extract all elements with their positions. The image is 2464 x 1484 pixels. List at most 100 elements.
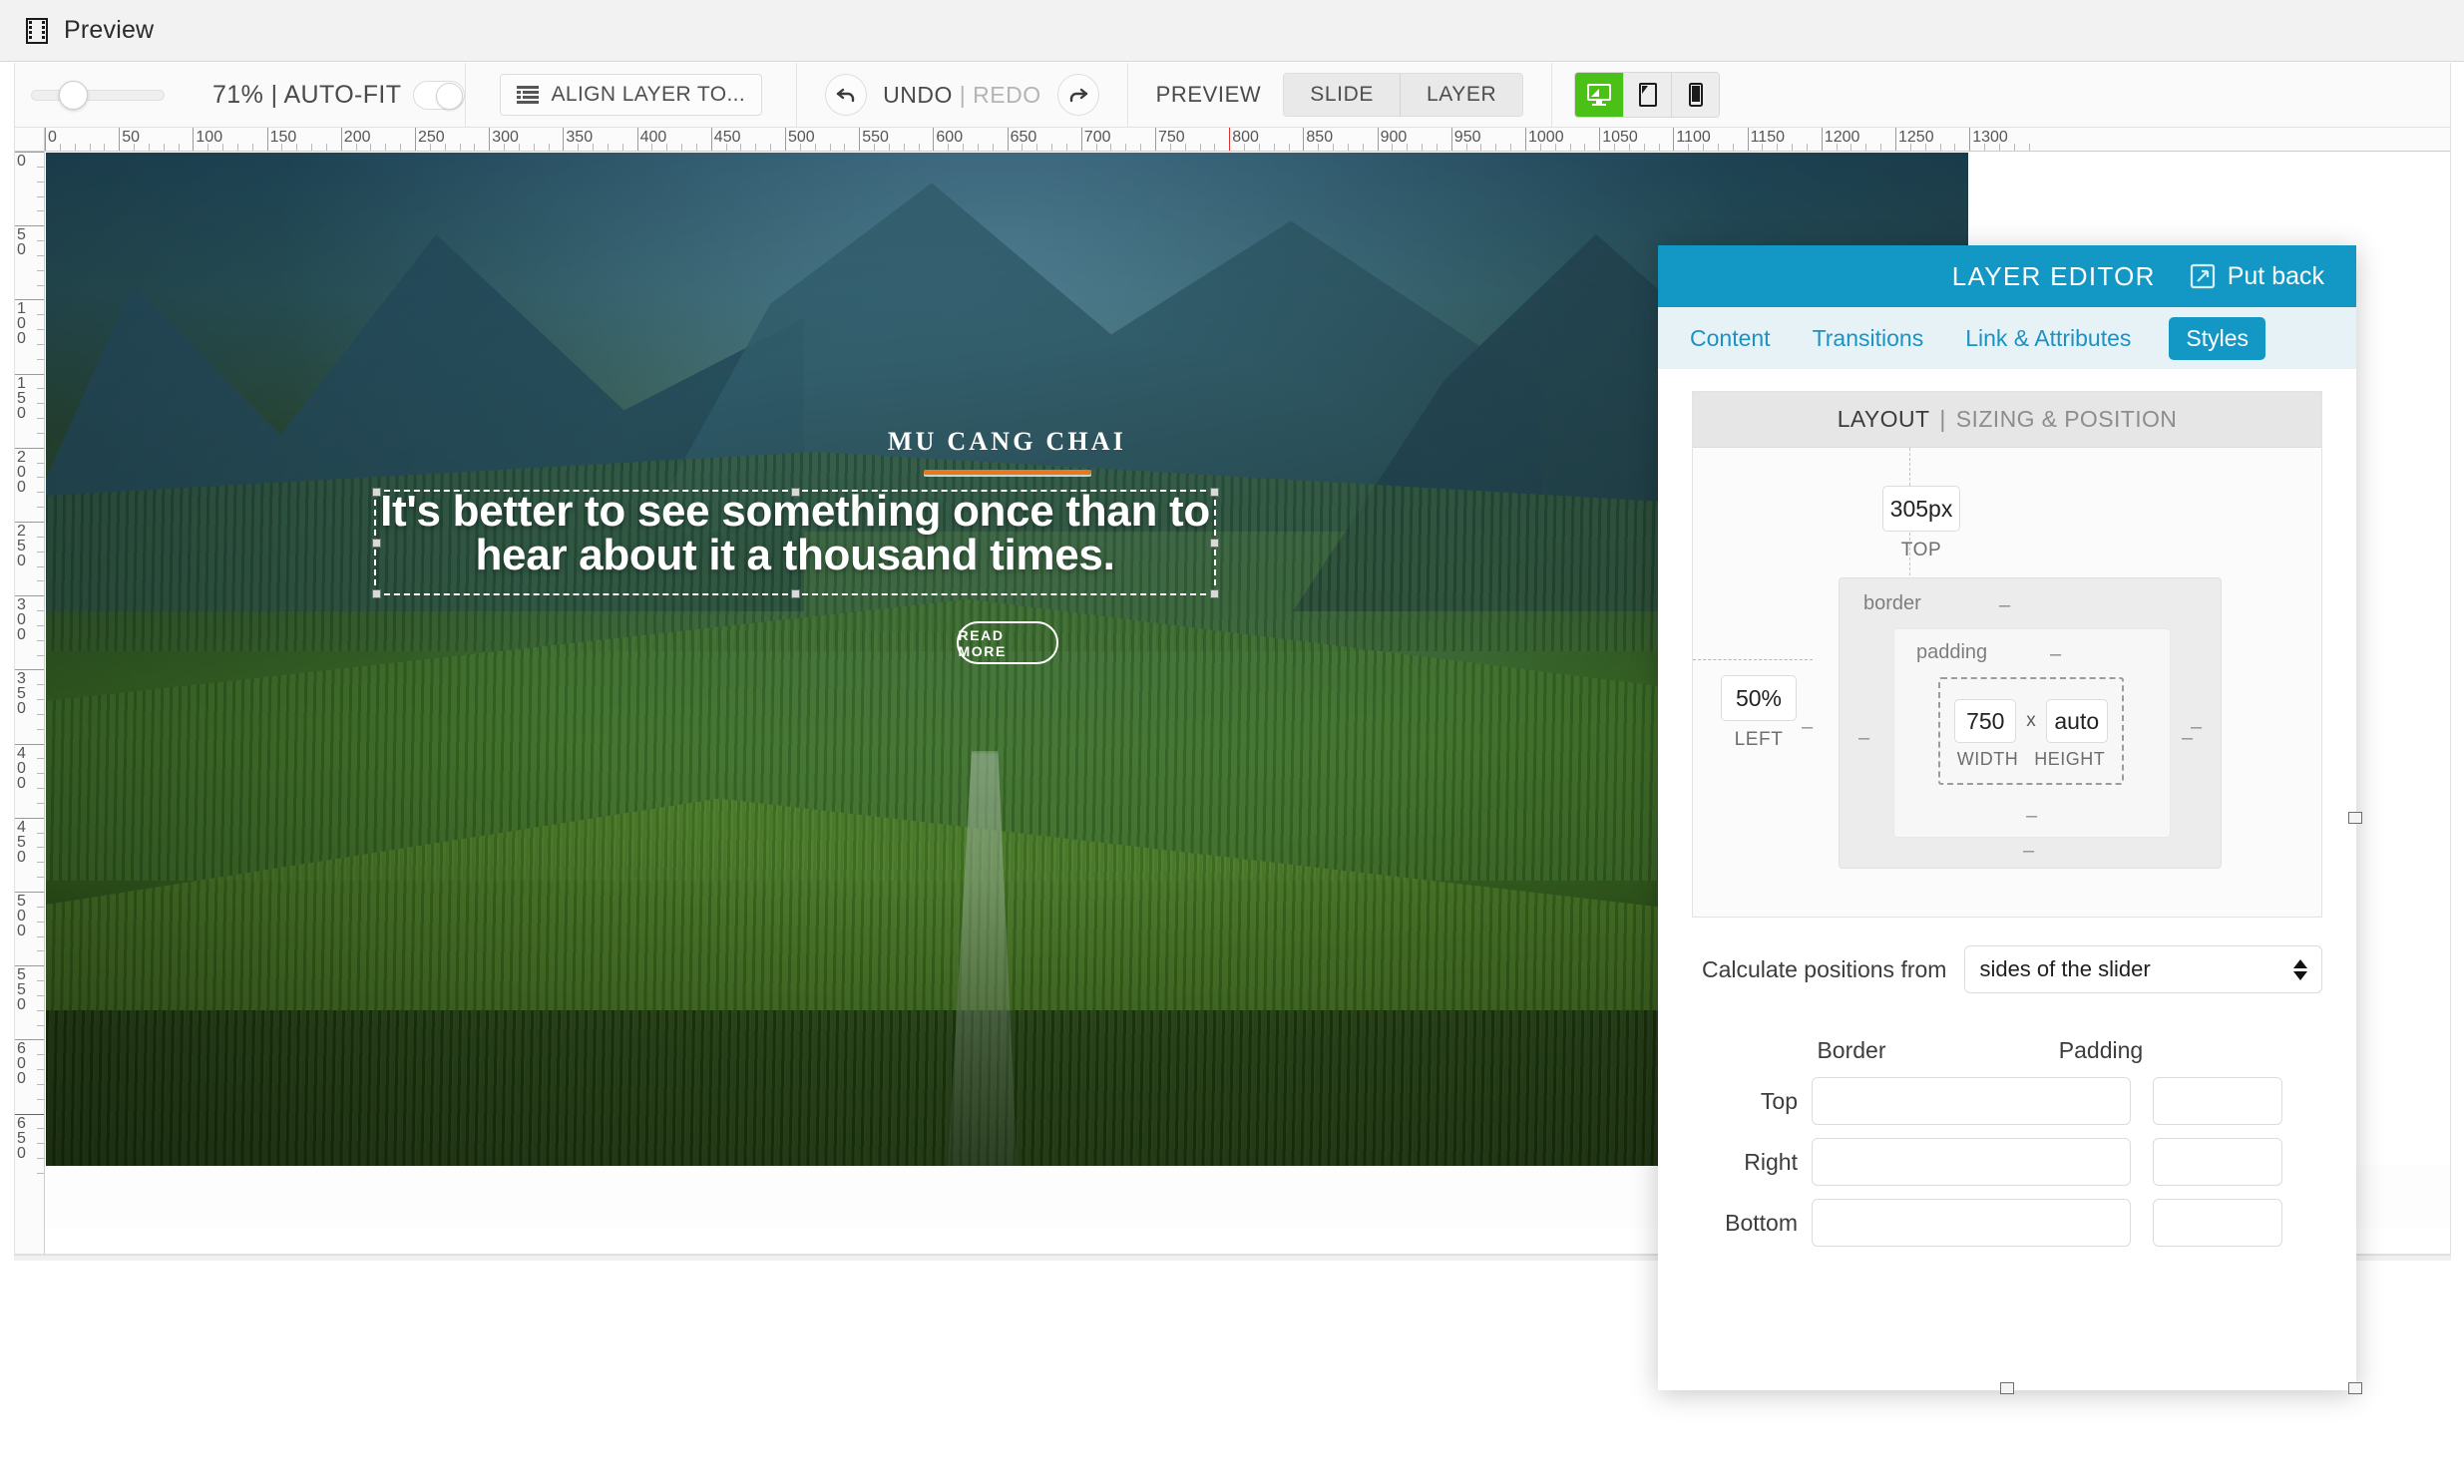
border-bottom-field[interactable] <box>1812 1199 2131 1247</box>
ruler-label: 1250 <box>1895 129 1934 147</box>
margin-bottom-value[interactable]: – <box>2023 840 2034 863</box>
preview-mode-group: PREVIEW SLIDE LAYER <box>1128 63 1552 128</box>
ruler-label: 50 <box>119 129 140 147</box>
tablet-icon <box>1639 83 1657 107</box>
top-position-input[interactable]: 305px <box>1882 486 1960 532</box>
vertical-ruler[interactable]: 050100150200250300350400450500550600650 <box>15 152 45 1254</box>
ruler-label: 0 <box>17 154 30 169</box>
border-top-value[interactable]: – <box>1999 594 2010 617</box>
tab-content[interactable]: Content <box>1686 317 1775 360</box>
auto-fit-toggle[interactable] <box>413 81 465 110</box>
slide-read-more-button[interactable]: READ MORE <box>957 621 1058 664</box>
ruler-tick-minor <box>1629 144 1630 151</box>
ruler-tick-minor <box>37 418 44 419</box>
ruler-guide-marker-horizontal[interactable] <box>1229 128 1230 152</box>
selection-handle-e[interactable] <box>1210 539 1219 548</box>
layer-editor-title: LAYER EDITOR <box>1952 261 2156 292</box>
device-mobile-button[interactable] <box>1671 73 1719 117</box>
device-desktop-button[interactable] <box>1575 73 1623 117</box>
panel-resize-handle-right[interactable] <box>2348 812 2362 824</box>
ruler-tick-minor <box>504 144 505 151</box>
tab-styles[interactable]: Styles <box>2169 317 2265 360</box>
border-column-header: Border <box>1692 1037 2011 1064</box>
ruler-tick-minor <box>37 995 44 996</box>
ruler-tick-minor <box>356 144 357 151</box>
redo-label[interactable]: REDO <box>973 82 1040 108</box>
ruler-tick-minor <box>37 507 44 508</box>
padding-right-field[interactable] <box>2153 1138 2282 1186</box>
ruler-tick-minor <box>281 144 282 151</box>
selection-handle-nw[interactable] <box>372 488 381 497</box>
panel-resize-handle-bottom-right[interactable] <box>2348 1382 2362 1394</box>
ruler-tick-minor <box>37 1025 44 1026</box>
put-back-button[interactable]: Put back <box>2190 262 2324 291</box>
selection-handle-se[interactable] <box>1210 589 1219 598</box>
selection-handle-sw[interactable] <box>372 589 381 598</box>
tab-transitions[interactable]: Transitions <box>1809 317 1928 360</box>
ruler-tick-minor <box>37 773 44 774</box>
ruler-tick-minor <box>37 566 44 567</box>
selection-handle-ne[interactable] <box>1210 488 1219 497</box>
ruler-tick-minor <box>37 1173 44 1174</box>
zoom-slider-handle[interactable] <box>59 81 88 110</box>
border-box-label: border <box>1863 592 1921 615</box>
undo-button[interactable] <box>825 74 867 116</box>
ruler-tick-minor <box>1333 144 1334 151</box>
ruler-label: 400 <box>17 746 30 791</box>
layer-editor-tabs: Content Transitions Link & Attributes St… <box>1658 307 2356 369</box>
layer-selection-box[interactable] <box>376 492 1214 593</box>
ruler-tick-minor <box>37 182 44 183</box>
ruler-guide-marker-vertical[interactable] <box>15 1114 45 1115</box>
preview-mode-layer[interactable]: LAYER <box>1400 74 1522 116</box>
padding-bottom-field[interactable] <box>2153 1199 2282 1247</box>
ruler-tick-minor <box>37 1084 44 1085</box>
border-right-value[interactable]: – <box>2182 727 2193 750</box>
ruler-tick-minor <box>519 144 520 151</box>
ruler-tick-minor <box>1170 144 1171 151</box>
left-position-label: LEFT <box>1711 729 1807 751</box>
ruler-tick-minor <box>37 640 44 641</box>
preview-mode-slide[interactable]: SLIDE <box>1284 74 1400 116</box>
left-position-input[interactable]: 50% <box>1721 675 1797 721</box>
selection-handle-n[interactable] <box>791 488 800 497</box>
device-tablet-button[interactable] <box>1623 73 1671 117</box>
ruler-tick-minor <box>326 144 327 151</box>
ruler-tick-minor <box>37 537 44 538</box>
ruler-tick-minor <box>1703 144 1704 151</box>
ruler-tick-minor <box>37 684 44 685</box>
border-right-field[interactable] <box>1812 1138 2131 1186</box>
selection-handle-s[interactable] <box>791 589 800 598</box>
padding-bottom-value[interactable]: – <box>2026 805 2037 828</box>
ruler-label: 200 <box>17 450 30 495</box>
selection-handle-w[interactable] <box>372 539 381 548</box>
undo-label[interactable]: UNDO <box>883 82 953 108</box>
ruler-tick-minor <box>1555 144 1556 151</box>
padding-top-value[interactable]: – <box>2050 643 2061 666</box>
ruler-tick-minor <box>1051 144 1052 151</box>
align-layer-to-button[interactable]: ALIGN LAYER TO... <box>500 74 762 116</box>
border-left-value[interactable]: – <box>1858 727 1869 750</box>
ruler-tick-minor <box>37 403 44 404</box>
ruler-tick-minor <box>37 210 44 211</box>
ruler-tick-minor <box>37 433 44 434</box>
ruler-label: 1000 <box>1525 129 1564 147</box>
ruler-label: 550 <box>17 967 30 1012</box>
ruler-label: 650 <box>17 1116 30 1161</box>
calculate-positions-select[interactable]: sides of the slider <box>1964 945 2322 993</box>
zoom-slider[interactable] <box>31 90 165 101</box>
horizontal-ruler[interactable]: 0501001502002503003504004505005506006507… <box>45 128 2450 152</box>
ruler-tick-minor <box>207 144 208 151</box>
redo-button[interactable] <box>1057 74 1099 116</box>
width-input[interactable]: 750 <box>1954 699 2016 743</box>
border-top-field[interactable] <box>1812 1077 2131 1125</box>
margin-left-value[interactable]: – <box>1802 716 1813 739</box>
panel-resize-handle-bottom[interactable] <box>2000 1382 2014 1394</box>
padding-top-field[interactable] <box>2153 1077 2282 1125</box>
ruler-tick-minor <box>134 144 135 151</box>
ruler-tick-minor <box>1880 144 1881 151</box>
layer-editor-panel[interactable]: LAYER EDITOR Put back Content Transition… <box>1658 245 2356 1390</box>
tab-link-attributes[interactable]: Link & Attributes <box>1961 317 2135 360</box>
height-input[interactable]: auto <box>2046 699 2108 743</box>
ruler-tick-minor <box>37 285 44 286</box>
content-box: 750 x auto WIDTH HEIGHT <box>1938 677 2124 785</box>
